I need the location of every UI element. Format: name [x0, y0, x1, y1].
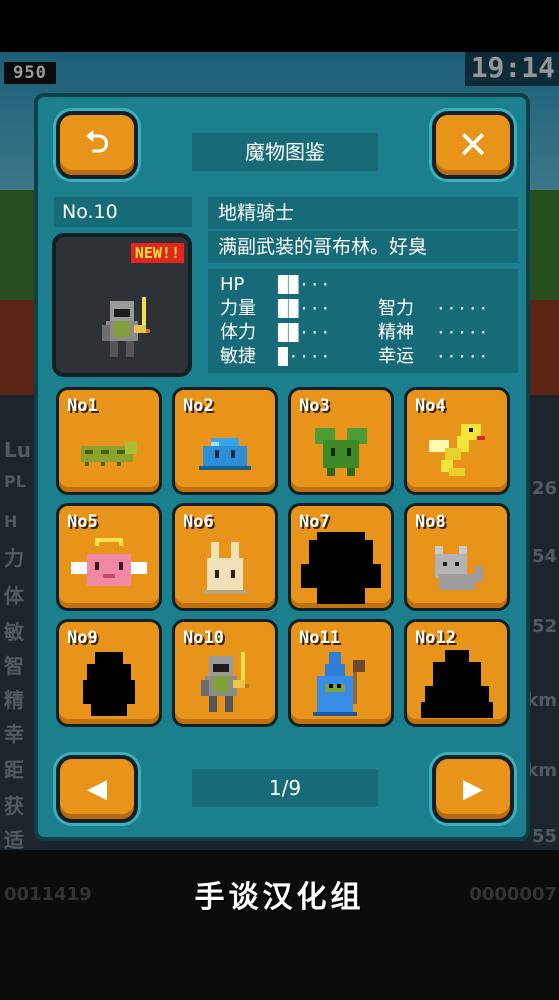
yellow-snake-icon — [429, 424, 485, 476]
close-button[interactable]: ✕ — [432, 111, 514, 179]
monster-encyclopedia-dialog: ⮌ 魔物图鉴 ✕ No.10 地精骑士 满副武装的哥布林。好臭 NEW!! HP… — [34, 93, 530, 841]
dialog-title: 魔物图鉴 — [192, 133, 378, 171]
stat-bar: ····· — [436, 323, 490, 342]
stat-label: 敏捷 — [220, 346, 256, 367]
stat-row: HP ██··· — [220, 273, 331, 297]
new-badge: NEW!! — [130, 243, 184, 263]
arrow-right-icon: ▶ — [463, 774, 483, 804]
back-button[interactable]: ⮌ — [56, 111, 138, 179]
stat-label: 智力 — [378, 298, 414, 319]
stat-row: 幸运 ····· — [378, 345, 489, 369]
return-arrow-icon: ⮌ — [84, 124, 110, 160]
monster-cell[interactable]: No8 — [404, 503, 510, 611]
stat-label: HP — [220, 274, 245, 295]
monster-cell[interactable]: No11 — [288, 619, 394, 727]
stat-row: 智力 ····· — [378, 297, 489, 321]
stat-label: 幸运 — [378, 346, 414, 367]
stat-row: 敏捷 █···· — [220, 345, 331, 369]
stat-bar: ██··· — [278, 299, 332, 318]
monster-cell[interactable]: No5 — [56, 503, 162, 611]
prev-page-button[interactable]: ◀ — [56, 755, 138, 823]
monster-portrait: NEW!! — [52, 233, 192, 377]
monster-cell[interactable]: No6 — [172, 503, 278, 611]
stat-label: 力量 — [220, 298, 256, 319]
pink-angel-icon — [71, 538, 147, 586]
monster-stats: HP ██··· 力量 ██··· 体力 ██··· 敏捷 █···· 智力 ····· … — [208, 269, 518, 373]
stat-bar: ██··· — [278, 275, 332, 294]
monster-cell[interactable]: No3 — [288, 387, 394, 495]
translation-watermark: 手谈汉化组 — [194, 880, 365, 915]
monster-cell[interactable]: No12 — [404, 619, 510, 727]
monster-name: 地精骑士 — [208, 197, 518, 229]
top-bar — [0, 0, 559, 52]
monster-cell[interactable]: No2 — [172, 387, 278, 495]
monster-number: No.10 — [54, 197, 192, 227]
blue-wizard-icon — [313, 652, 365, 716]
goblin-knight-portrait-icon — [102, 297, 150, 357]
stat-row: 体力 ██··· — [220, 321, 331, 345]
monster-cell[interactable]: No10 — [172, 619, 278, 727]
monster-cell[interactable]: No7 — [288, 503, 394, 611]
stat-bar: █···· — [278, 347, 332, 366]
green-caterpillar-icon — [81, 442, 137, 466]
monster-cell[interactable]: No4 — [404, 387, 510, 495]
monster-cell[interactable]: No9 — [56, 619, 162, 727]
stat-label: 体力 — [220, 322, 256, 343]
close-x-icon: ✕ — [457, 123, 489, 167]
next-page-button[interactable]: ▶ — [432, 755, 514, 823]
goblin-knight-icon — [201, 652, 249, 712]
monster-description: 满副武装的哥布林。好臭 — [208, 231, 518, 263]
stat-row: 精神 ····· — [378, 321, 489, 345]
beige-rabbit-icon — [203, 542, 247, 594]
unknown-silhouette-icon — [301, 532, 381, 604]
stat-bar: ····· — [436, 347, 490, 366]
stat-label: 精神 — [378, 322, 414, 343]
stat-bar: ██··· — [278, 323, 332, 342]
blue-slime-icon — [199, 438, 251, 470]
page-indicator: 1/9 — [192, 769, 378, 807]
unknown-silhouette-icon — [83, 652, 135, 716]
green-plant-icon — [315, 428, 367, 476]
stat-row: 力量 ██··· — [220, 297, 331, 321]
monster-cell[interactable]: No1 — [56, 387, 162, 495]
stat-bar: ····· — [436, 299, 490, 318]
arrow-left-icon: ◀ — [87, 774, 107, 804]
grey-cat-icon — [435, 546, 483, 590]
unknown-silhouette-icon — [421, 650, 493, 718]
